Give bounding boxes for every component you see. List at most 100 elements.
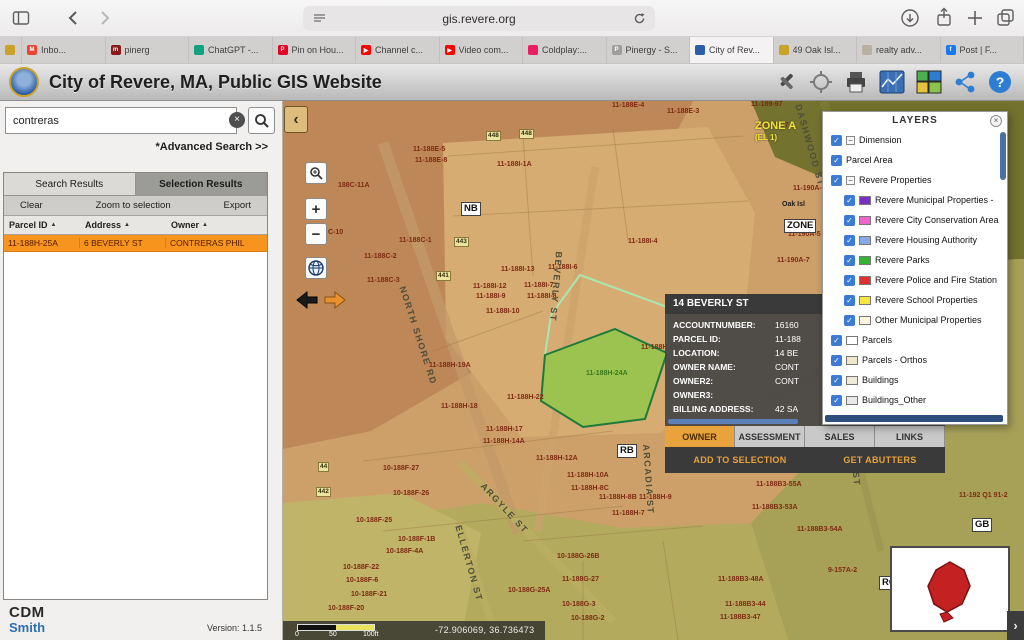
locate-icon[interactable] bbox=[809, 70, 833, 94]
layer-checkbox[interactable]: ✓ bbox=[831, 155, 842, 166]
next-extent-button[interactable] bbox=[323, 290, 347, 310]
layer-item[interactable]: ✓ − Dimension bbox=[823, 130, 1001, 150]
layer-checkbox[interactable]: ✓ bbox=[831, 375, 842, 386]
tabs-overview-button[interactable] bbox=[995, 8, 1015, 33]
popup-action-button[interactable]: GET ABUTTERS bbox=[843, 455, 916, 465]
tools-icon[interactable] bbox=[774, 70, 798, 94]
advanced-search-link[interactable]: *Advanced Search >> bbox=[0, 141, 268, 153]
collapse-panel-button[interactable]: ‹ bbox=[284, 106, 308, 133]
layers-close-button[interactable]: × bbox=[990, 115, 1002, 127]
search-input[interactable] bbox=[5, 107, 237, 134]
layer-item[interactable]: ✓ − Revere Properties bbox=[823, 170, 1001, 190]
popup-action-button[interactable]: ADD TO SELECTION bbox=[693, 455, 786, 465]
browser-tab[interactable]: City of Rev... bbox=[690, 37, 774, 63]
results-tab[interactable]: Selection Results bbox=[136, 173, 268, 196]
sort-arrow-icon[interactable]: ▲ bbox=[202, 222, 208, 228]
browser-tab[interactable]: ChatGPT -... bbox=[189, 37, 273, 63]
new-tab-button[interactable] bbox=[965, 8, 985, 33]
layer-item[interactable]: ✓ Other Municipal Properties bbox=[823, 310, 1001, 330]
browser-tab[interactable]: ▶ Video com... bbox=[440, 37, 524, 63]
layer-checkbox[interactable]: ✓ bbox=[844, 255, 855, 266]
url-bar[interactable]: gis.revere.org bbox=[303, 6, 655, 31]
sort-arrow-icon[interactable]: ▲ bbox=[51, 222, 57, 228]
field-label: OWNER2: bbox=[665, 376, 775, 386]
layer-item[interactable]: ✓ Revere School Properties bbox=[823, 290, 1001, 310]
downloads-button[interactable] bbox=[900, 8, 920, 33]
browser-tab[interactable]: P Pin on Hou... bbox=[273, 37, 357, 63]
layer-checkbox[interactable]: ✓ bbox=[831, 355, 842, 366]
browser-tab[interactable]: m pinerg bbox=[106, 37, 190, 63]
layer-item[interactable]: ✓ Parcels bbox=[823, 330, 1001, 350]
overview-map-inset[interactable] bbox=[890, 546, 1010, 632]
popup-tab[interactable]: OWNER bbox=[665, 426, 735, 447]
results-toolbar-button[interactable]: Clear bbox=[20, 200, 43, 211]
clear-search-button[interactable]: × bbox=[229, 112, 245, 128]
app-header: City of Revere, MA, Public GIS Website ? bbox=[0, 64, 1024, 101]
layers-map-icon[interactable] bbox=[916, 69, 942, 95]
popup-tab[interactable]: SALES bbox=[805, 426, 875, 447]
zoom-out-button[interactable]: − bbox=[305, 223, 327, 245]
column-header[interactable]: Address ▲ bbox=[80, 220, 166, 230]
reader-icon[interactable] bbox=[313, 12, 326, 30]
forward-button[interactable] bbox=[94, 8, 114, 33]
layers-vertical-scrollbar[interactable] bbox=[1000, 132, 1006, 180]
results-toolbar-button[interactable]: Export bbox=[224, 200, 251, 211]
share-map-icon[interactable] bbox=[953, 70, 977, 94]
browser-tab[interactable]: Coldplay:... bbox=[523, 37, 607, 63]
browser-tab[interactable]: ▶ Channel c... bbox=[356, 37, 440, 63]
parcel-label: 11-188I-12 bbox=[473, 283, 506, 291]
layer-item[interactable]: ✓ Revere Police and Fire Station bbox=[823, 270, 1001, 290]
zoom-in-button[interactable]: + bbox=[305, 198, 327, 220]
layer-checkbox[interactable]: ✓ bbox=[844, 215, 855, 226]
layer-checkbox[interactable]: ✓ bbox=[831, 395, 842, 406]
layer-item[interactable]: ✓ Revere Housing Authority bbox=[823, 230, 1001, 250]
expand-panel-button[interactable]: › bbox=[1007, 611, 1024, 640]
browser-tab[interactable]: f Post | F... bbox=[941, 37, 1024, 63]
layer-checkbox[interactable]: ✓ bbox=[831, 335, 842, 346]
browser-tab[interactable] bbox=[0, 37, 22, 63]
layer-item[interactable]: ✓ Buildings_Other bbox=[823, 390, 1001, 410]
popup-tab[interactable]: ASSESSMENT bbox=[735, 426, 805, 447]
sidebar-icon[interactable] bbox=[12, 9, 30, 32]
help-icon[interactable]: ? bbox=[988, 70, 1012, 94]
browser-tab[interactable]: 49 Oak Isl... bbox=[774, 37, 858, 63]
group-toggle-icon[interactable]: − bbox=[846, 136, 855, 145]
reload-icon[interactable] bbox=[633, 12, 646, 30]
layer-checkbox[interactable]: ✓ bbox=[844, 275, 855, 286]
basemap-icon[interactable] bbox=[879, 69, 905, 95]
layers-horizontal-scrollbar[interactable] bbox=[825, 415, 1003, 422]
column-header[interactable]: Parcel ID ▲ bbox=[4, 220, 80, 230]
layer-item[interactable]: ✓ Buildings bbox=[823, 370, 1001, 390]
sort-arrow-icon[interactable]: ▲ bbox=[124, 222, 130, 228]
popup-tab[interactable]: LINKS bbox=[875, 426, 945, 447]
layer-checkbox[interactable]: ✓ bbox=[844, 295, 855, 306]
layer-item[interactable]: ✓ Revere Parks bbox=[823, 250, 1001, 270]
table-row[interactable]: 11-188H-25A 6 BEVERLY ST CONTRERAS PHIL bbox=[4, 235, 267, 252]
layer-checkbox[interactable]: ✓ bbox=[844, 315, 855, 326]
group-toggle-icon[interactable]: − bbox=[846, 176, 855, 185]
share-button[interactable] bbox=[934, 7, 954, 32]
browser-tab[interactable]: M Inbo... bbox=[22, 37, 106, 63]
results-toolbar-button[interactable]: Zoom to selection bbox=[96, 200, 171, 211]
popup-scrollbar[interactable] bbox=[668, 419, 798, 424]
layer-checkbox[interactable]: ✓ bbox=[844, 235, 855, 246]
layer-checkbox[interactable]: ✓ bbox=[831, 175, 842, 186]
layer-item[interactable]: ✓ Parcels - Orthos bbox=[823, 350, 1001, 370]
column-header[interactable]: Owner ▲ bbox=[166, 220, 264, 230]
search-button[interactable] bbox=[248, 107, 275, 134]
layer-item[interactable]: ✓ Revere City Conservation Area bbox=[823, 210, 1001, 230]
layer-item[interactable]: ✓ Parcel Area bbox=[823, 150, 1001, 170]
zoom-window-button[interactable] bbox=[305, 162, 327, 184]
print-icon[interactable] bbox=[844, 70, 868, 94]
browser-tab[interactable]: realty adv... bbox=[857, 37, 941, 63]
layer-checkbox[interactable]: ✓ bbox=[831, 135, 842, 146]
parcel-label: 188C-11A bbox=[338, 182, 370, 190]
browser-tab[interactable]: P Pinergy - S... bbox=[607, 37, 691, 63]
back-button[interactable] bbox=[64, 8, 84, 33]
full-extent-globe-button[interactable] bbox=[305, 257, 327, 279]
previous-extent-button[interactable] bbox=[295, 290, 319, 310]
results-tab[interactable]: Search Results bbox=[4, 173, 136, 196]
layer-item[interactable]: ✓ Revere Municipal Properties - bbox=[823, 190, 1001, 210]
layer-checkbox[interactable]: ✓ bbox=[844, 195, 855, 206]
search-panel: × *Advanced Search >> Search ResultsSele… bbox=[0, 101, 283, 640]
